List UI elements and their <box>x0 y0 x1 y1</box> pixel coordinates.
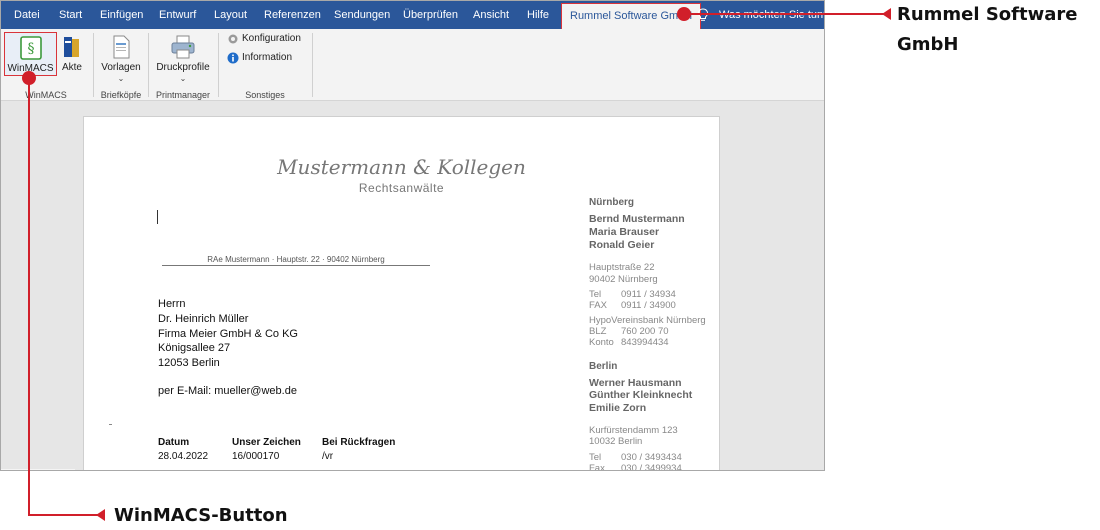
screenshot-stage: Datei Start Einfügen Entwurf Layout Refe… <box>0 0 1100 530</box>
office-zip-city: 90402 Nürnberg <box>589 274 658 285</box>
letterhead-subtitle: Rechtsanwälte <box>358 181 445 195</box>
chevron-down-icon: ⌄ <box>179 74 187 83</box>
office-zip-city: 10032 Berlin <box>589 436 643 447</box>
document-page[interactable]: Mustermann & Kollegen Rechtsanwälte RAe … <box>83 116 720 471</box>
fax-label: FAX <box>589 300 607 311</box>
druckprofile-button-label: Druckprofile <box>156 62 210 73</box>
callout-label-rummel-line1: Rummel Software <box>897 4 1078 25</box>
winmacs-paragraph-icon: § <box>20 36 42 60</box>
info-value-datum: 28.04.2022 <box>158 451 209 462</box>
fax-value: 030 / 3499934 <box>621 463 682 471</box>
group-separator <box>312 33 313 97</box>
fold-mark <box>109 424 112 425</box>
gear-icon <box>228 34 238 44</box>
office-city-nuernberg: Nürnberg <box>589 197 634 208</box>
akte-button-label: Akte <box>61 62 82 73</box>
information-label: Information <box>242 52 293 63</box>
tab-einfuegen[interactable]: Einfügen <box>100 1 143 29</box>
winmacs-button[interactable]: § WinMACS <box>4 32 57 76</box>
info-header-rueckfragen: Bei Rückfragen <box>322 437 396 448</box>
info-header-unser-zeichen: Unser Zeichen <box>232 437 301 448</box>
group-separator <box>148 33 149 97</box>
druckprofile-button[interactable]: Druckprofile ⌄ <box>153 32 213 86</box>
group-label-sonstiges: Sonstiges <box>245 90 285 100</box>
info-value-rueckfragen: /vr <box>322 451 334 462</box>
partner-name: Ronald Geier <box>589 239 655 251</box>
fax-label: Fax <box>589 463 605 471</box>
partner-name: Werner Hausmann <box>589 377 682 389</box>
document-template-icon <box>113 35 130 59</box>
callout-label-rummel-line2: GmbH <box>897 34 959 55</box>
blz-value: 760 200 70 <box>621 326 669 337</box>
word-window: Datei Start Einfügen Entwurf Layout Refe… <box>0 0 825 471</box>
vorlagen-button[interactable]: Vorlagen ⌄ <box>98 32 144 86</box>
tel-label: Tel <box>589 452 602 463</box>
office-street: Kurfürstendamm 123 <box>589 425 678 436</box>
info-header-datum: Datum <box>158 437 190 448</box>
vorlagen-button-label: Vorlagen <box>101 62 141 73</box>
info-value-unser-zeichen: 16/000170 <box>232 451 280 462</box>
ribbon-tab-bar: Datei Start Einfügen Entwurf Layout Refe… <box>1 1 824 29</box>
tab-datei[interactable]: Datei <box>14 1 40 29</box>
tel-value: 0911 / 34934 <box>621 289 676 300</box>
folder-binder-icon <box>64 37 79 57</box>
akte-button[interactable]: Akte <box>60 32 84 76</box>
blz-label: BLZ <box>589 326 607 337</box>
office-city-berlin: Berlin <box>589 361 618 372</box>
tab-ueberpruefen[interactable]: Überprüfen <box>403 1 458 29</box>
partner-name: Günther Kleinknecht <box>589 389 693 401</box>
group-label-printmanager: Printmanager <box>155 90 211 100</box>
recipient-line: Firma Meier GmbH & Co KG <box>158 328 298 340</box>
text-cursor <box>157 210 158 224</box>
bank-name: HypoVereinsbank Nürnberg <box>589 315 706 326</box>
tab-start[interactable]: Start <box>59 1 82 29</box>
group-label-winmacs: WinMACS <box>25 90 67 100</box>
tab-sendungen[interactable]: Sendungen <box>334 1 390 29</box>
recipient-line: Dr. Heinrich Müller <box>158 313 249 325</box>
chevron-down-icon: ⌄ <box>117 74 125 83</box>
partner-name: Emilie Zorn <box>589 402 647 414</box>
tel-label: Tel <box>589 289 602 300</box>
callout-line-rummel <box>690 13 886 15</box>
ribbon-panel: § WinMACS Akte WinMACS Vorlagen ⌄ Briefk… <box>1 29 824 101</box>
callout-line-winmacs-horizontal <box>28 514 100 516</box>
callout-arrow-winmacs <box>96 509 105 521</box>
recipient-line: Herrn <box>158 298 186 310</box>
lightbulb-icon <box>697 8 709 21</box>
konto-label: Konto <box>589 337 614 348</box>
group-separator <box>93 33 94 97</box>
tab-hilfe[interactable]: Hilfe <box>527 1 549 29</box>
callout-line-winmacs-vertical <box>28 84 30 515</box>
callout-arrow-rummel <box>882 8 891 20</box>
email-line: per E-Mail: mueller@web.de <box>158 385 297 397</box>
printer-icon <box>171 35 195 59</box>
recipient-line: Königsallee 27 <box>158 342 231 354</box>
sender-return-line: RAe Mustermann · Hauptstr. 22 · 90402 Nü… <box>162 255 430 266</box>
callout-label-winmacs: WinMACS-Button <box>114 505 288 526</box>
partner-name: Bernd Mustermann <box>589 213 685 225</box>
tab-entwurf[interactable]: Entwurf <box>159 1 196 29</box>
partner-name: Maria Brauser <box>589 226 660 238</box>
tab-layout[interactable]: Layout <box>214 1 247 29</box>
callout-marker-rummel <box>677 7 691 21</box>
konfiguration-label: Konfiguration <box>242 33 301 44</box>
callout-marker-winmacs <box>22 71 36 85</box>
document-canvas[interactable]: Mustermann & Kollegen Rechtsanwälte RAe … <box>1 101 824 471</box>
tab-ansicht[interactable]: Ansicht <box>473 1 509 29</box>
tab-referenzen[interactable]: Referenzen <box>264 1 321 29</box>
group-separator <box>218 33 219 97</box>
page-strip <box>1 469 75 470</box>
information-button[interactable]: Information <box>227 50 307 66</box>
group-label-briefkoepfe: Briefköpfe <box>100 90 142 100</box>
tel-value: 030 / 3493434 <box>621 452 682 463</box>
fax-value: 0911 / 34900 <box>621 300 676 311</box>
tell-me-search[interactable]: Was möchten Sie tun? <box>719 1 824 29</box>
konfiguration-button[interactable]: Konfiguration <box>227 31 307 47</box>
recipient-line: 12053 Berlin <box>158 357 220 369</box>
letterhead-firm-name: Mustermann & Kollegen <box>277 155 526 179</box>
konto-value: 843994434 <box>621 337 669 348</box>
svg-text:§: § <box>28 41 35 57</box>
info-icon <box>227 52 239 64</box>
office-street: Hauptstraße 22 <box>589 262 655 273</box>
